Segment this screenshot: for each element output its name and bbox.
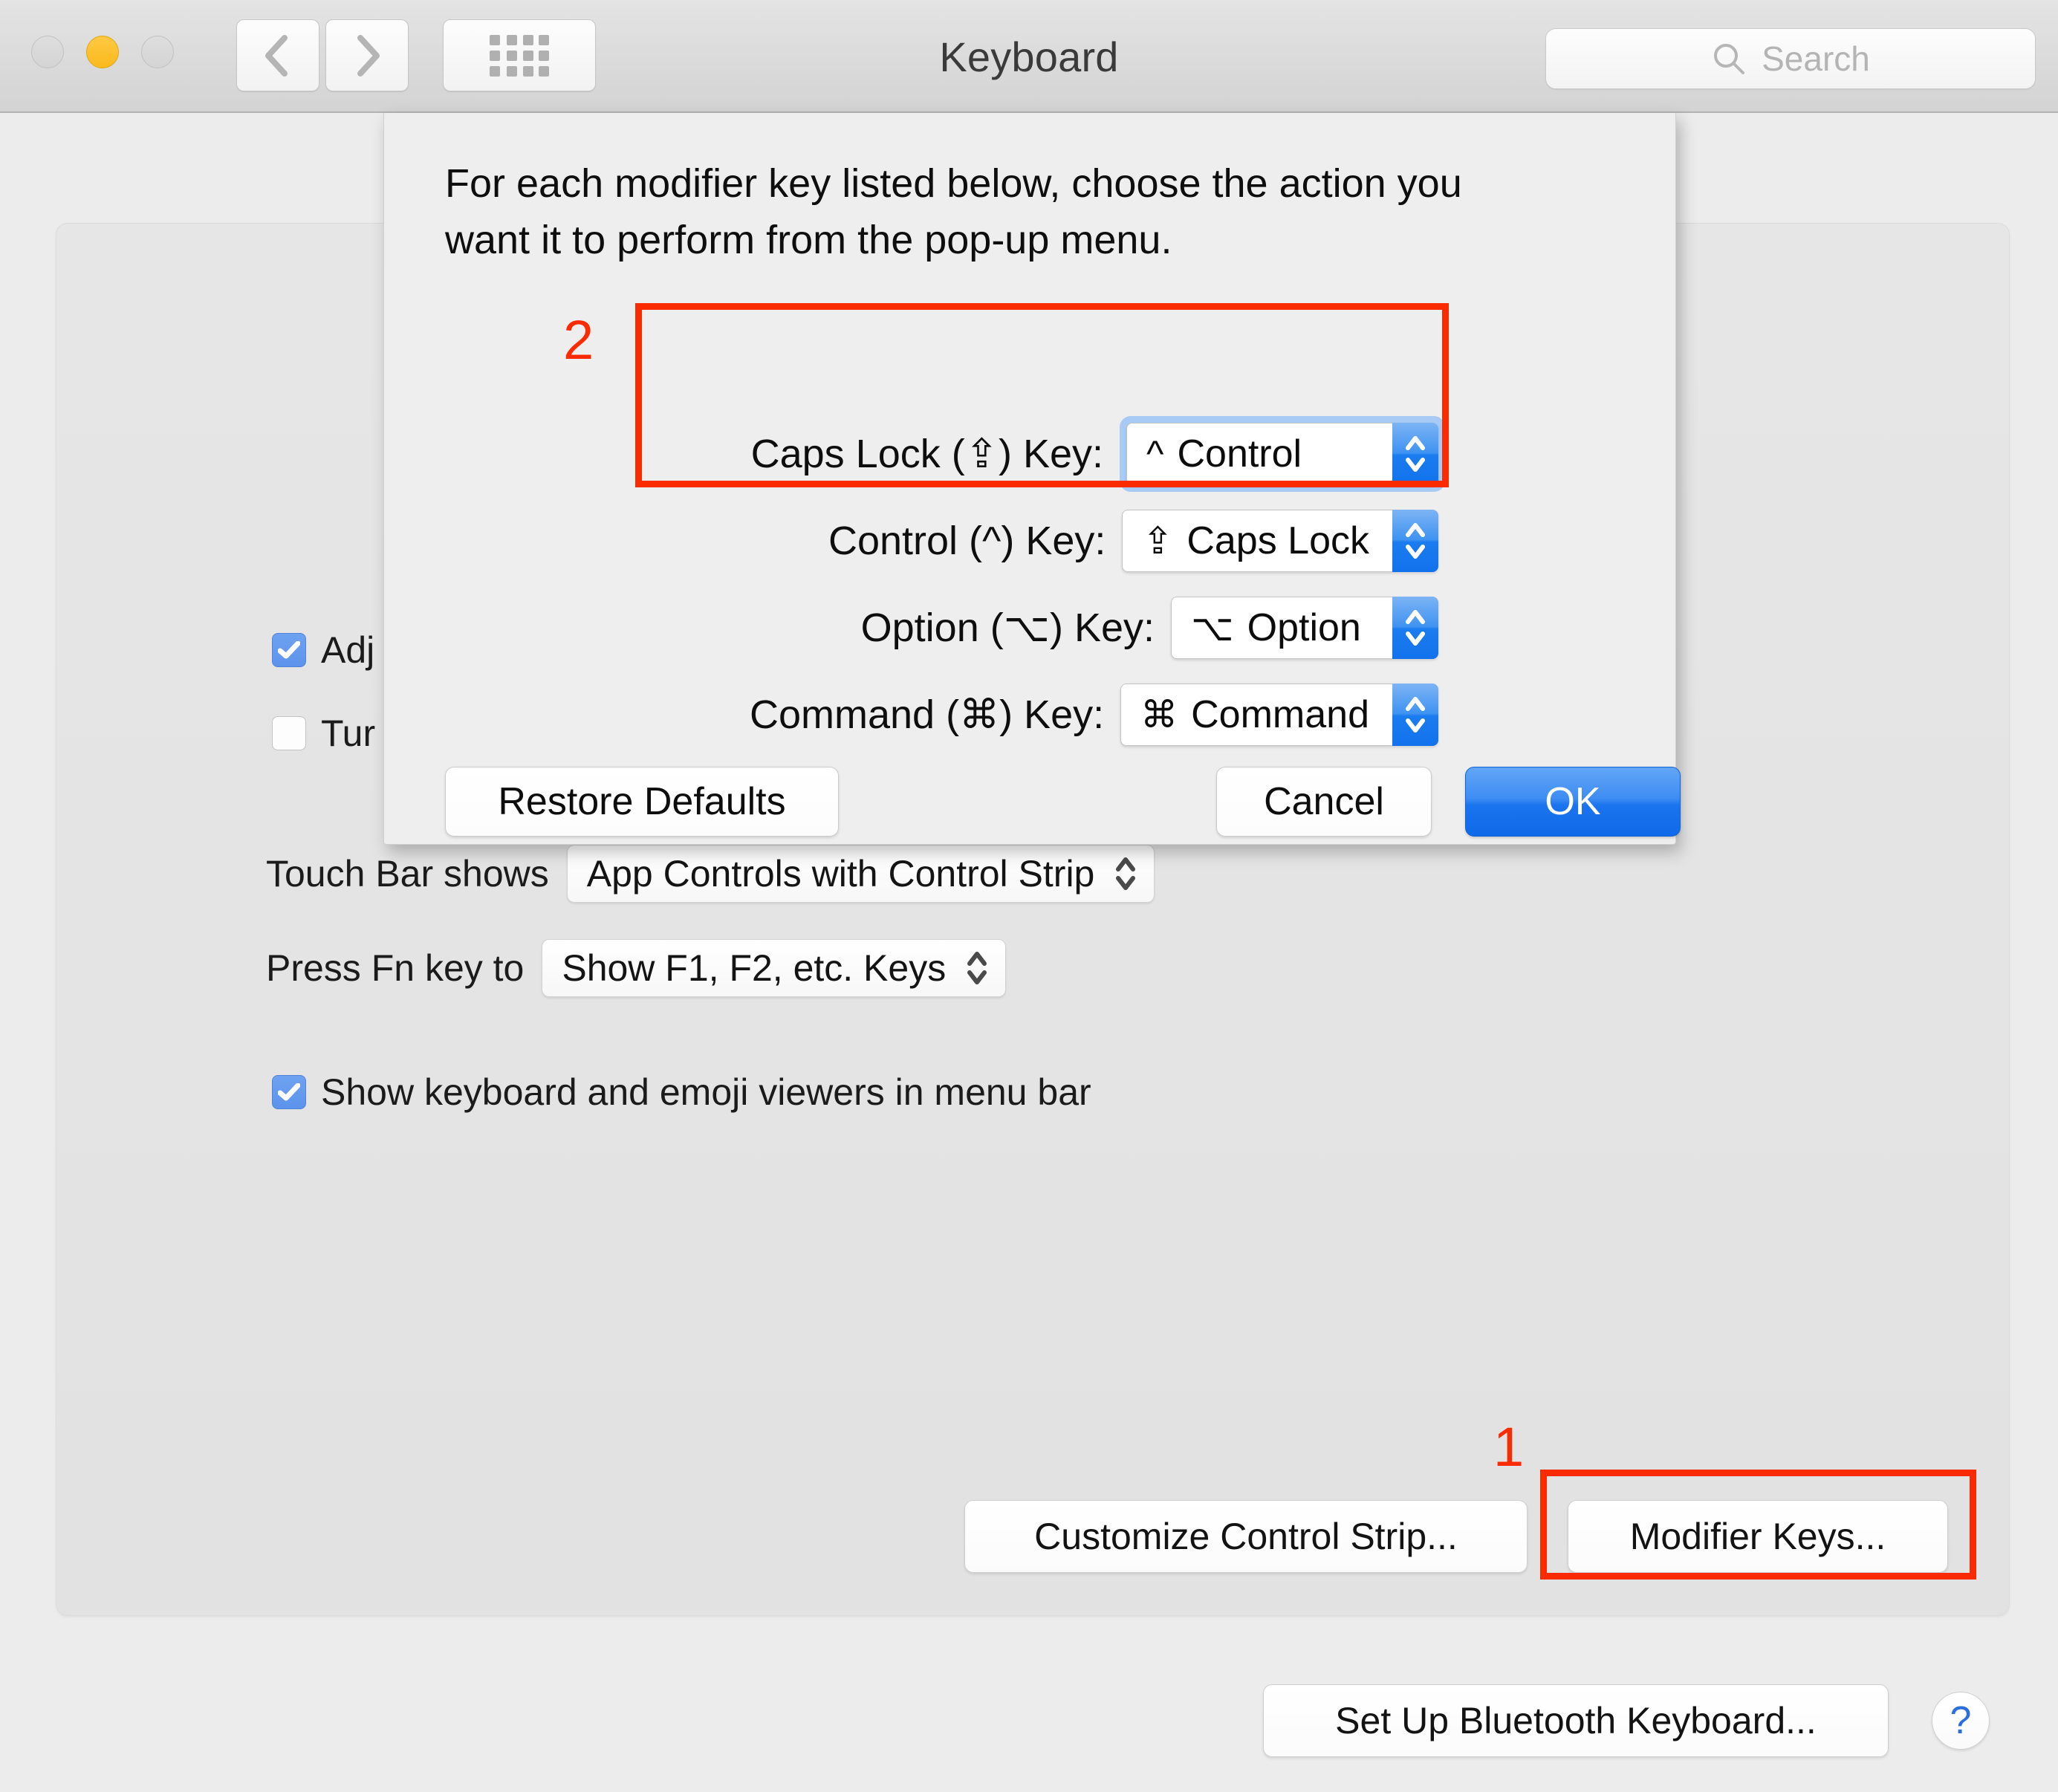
minimize-button[interactable] [86,36,119,68]
modifier-keys-button[interactable]: Modifier Keys... [1568,1500,1948,1573]
popup-value-option-key: Option [1247,606,1361,649]
label-control-key: Control (^) Key: [828,518,1106,563]
stepper-control[interactable] [1392,509,1438,572]
checkbox-adjust-brightness[interactable] [272,633,306,667]
option-value-glyph: ⌥ [1191,606,1234,649]
checkbox-turn-off-backlight[interactable] [272,716,306,750]
popup-caps-lock-key[interactable]: ^ Control [1126,422,1438,485]
app-window: Keyboard Search Adj Tur Touch Bar shows … [0,0,2058,1792]
chevron-up-icon [1406,696,1425,711]
stepper-command[interactable] [1392,683,1438,746]
modifier-row-caps-lock: Caps Lock (⇪) Key: ^ Control [384,410,1677,497]
popup-value-touch-bar-shows: App Controls with Control Strip [586,853,1095,895]
popup-value-caps-lock-key: Control [1177,432,1302,475]
label-press-fn-key: Press Fn key to [266,947,525,989]
chevron-up-icon [1406,435,1425,450]
chevron-up-icon [1406,609,1425,624]
ok-button[interactable]: OK [1465,767,1681,837]
option-row-press-fn-key: Press Fn key to Show F1, F2, etc. Keys [266,939,1007,997]
search-placeholder: Search [1762,39,1870,78]
checkbox-label-show-keyboard-viewers: Show keyboard and emoji viewers in menu … [321,1071,1091,1113]
help-button[interactable]: ? [1932,1692,1990,1750]
window-toolbar: Keyboard Search [0,0,2058,113]
popup-command-key[interactable]: ⌘ Command [1120,683,1438,746]
popup-touch-bar-shows[interactable]: App Controls with Control Strip [566,845,1155,903]
chevron-up-down-icon [1116,857,1136,890]
chevron-down-icon [1406,718,1425,733]
checkbox-label-adjust-brightness: Adj [321,629,375,671]
popup-value-command-key: Command [1191,692,1369,736]
command-value-glyph: ⌘ [1140,693,1178,736]
popup-value-control-key: Caps Lock [1187,519,1369,562]
popup-press-fn-key[interactable]: Show F1, F2, etc. Keys [542,939,1007,997]
modifier-keys-sheet: For each modifier key listed below, choo… [383,113,1681,845]
label-touch-bar-shows: Touch Bar shows [266,853,549,895]
set-up-bluetooth-keyboard-button[interactable]: Set Up Bluetooth Keyboard... [1263,1684,1889,1757]
zoom-button[interactable] [141,36,174,68]
popup-option-key[interactable]: ⌥ Option [1171,596,1438,659]
check-icon [278,1083,300,1101]
customize-control-strip-button[interactable]: Customize Control Strip... [964,1500,1528,1573]
label-caps-lock-key: Caps Lock (⇪) Key: [750,432,1103,476]
control-value-glyph: ⇪ [1142,519,1174,562]
sheet-instructions: For each modifier key listed below, choo… [445,161,1462,262]
popup-value-press-fn-key: Show F1, F2, etc. Keys [562,947,947,989]
back-button[interactable] [236,19,319,91]
modifier-row-command: Command (⌘) Key: ⌘ Command [384,671,1677,758]
modifier-row-control: Control (^) Key: ⇪ Caps Lock [384,497,1677,584]
checkbox-row-adjust-brightness[interactable]: Adj [272,629,374,672]
search-icon [1714,44,1745,74]
cancel-button[interactable]: Cancel [1216,767,1432,837]
chevron-left-icon [265,34,288,77]
check-icon [278,641,300,659]
focus-ring-caps-lock: ^ Control [1120,415,1445,492]
close-button[interactable] [31,36,64,68]
caps-lock-value-glyph: ^ [1146,432,1164,475]
modifier-row-option: Option (⌥) Key: ⌥ Option [384,584,1677,671]
label-option-key: Option (⌥) Key: [860,606,1155,650]
modifier-rows: Caps Lock (⇪) Key: ^ Control Control (^)… [384,410,1677,758]
traffic-light-group [31,36,174,68]
forward-button[interactable] [325,19,409,91]
checkbox-row-show-keyboard-viewers[interactable]: Show keyboard and emoji viewers in menu … [272,1071,1091,1114]
checkbox-show-keyboard-viewers[interactable] [272,1075,306,1109]
chevron-down-icon [1406,457,1425,472]
option-row-touch-bar-shows: Touch Bar shows App Controls with Contro… [266,845,1155,903]
restore-defaults-button[interactable]: Restore Defaults [445,767,839,837]
chevron-down-icon [1406,544,1425,559]
checkbox-row-turn-off-backlight[interactable]: Tur [272,712,375,755]
chevron-up-down-icon [967,952,987,984]
grid-icon [490,34,549,77]
show-all-preferences-button[interactable] [443,19,596,91]
chevron-right-icon [357,34,380,77]
stepper-option[interactable] [1392,596,1438,659]
chevron-up-icon [1406,522,1425,537]
popup-control-key[interactable]: ⇪ Caps Lock [1122,509,1438,572]
label-command-key: Command (⌘) Key: [750,692,1105,737]
checkbox-label-turn-off-backlight: Tur [321,712,376,754]
toolbar-nav-group [236,19,596,91]
stepper-caps-lock[interactable] [1392,422,1438,485]
chevron-down-icon [1406,631,1425,646]
search-field[interactable]: Search [1545,28,2036,89]
